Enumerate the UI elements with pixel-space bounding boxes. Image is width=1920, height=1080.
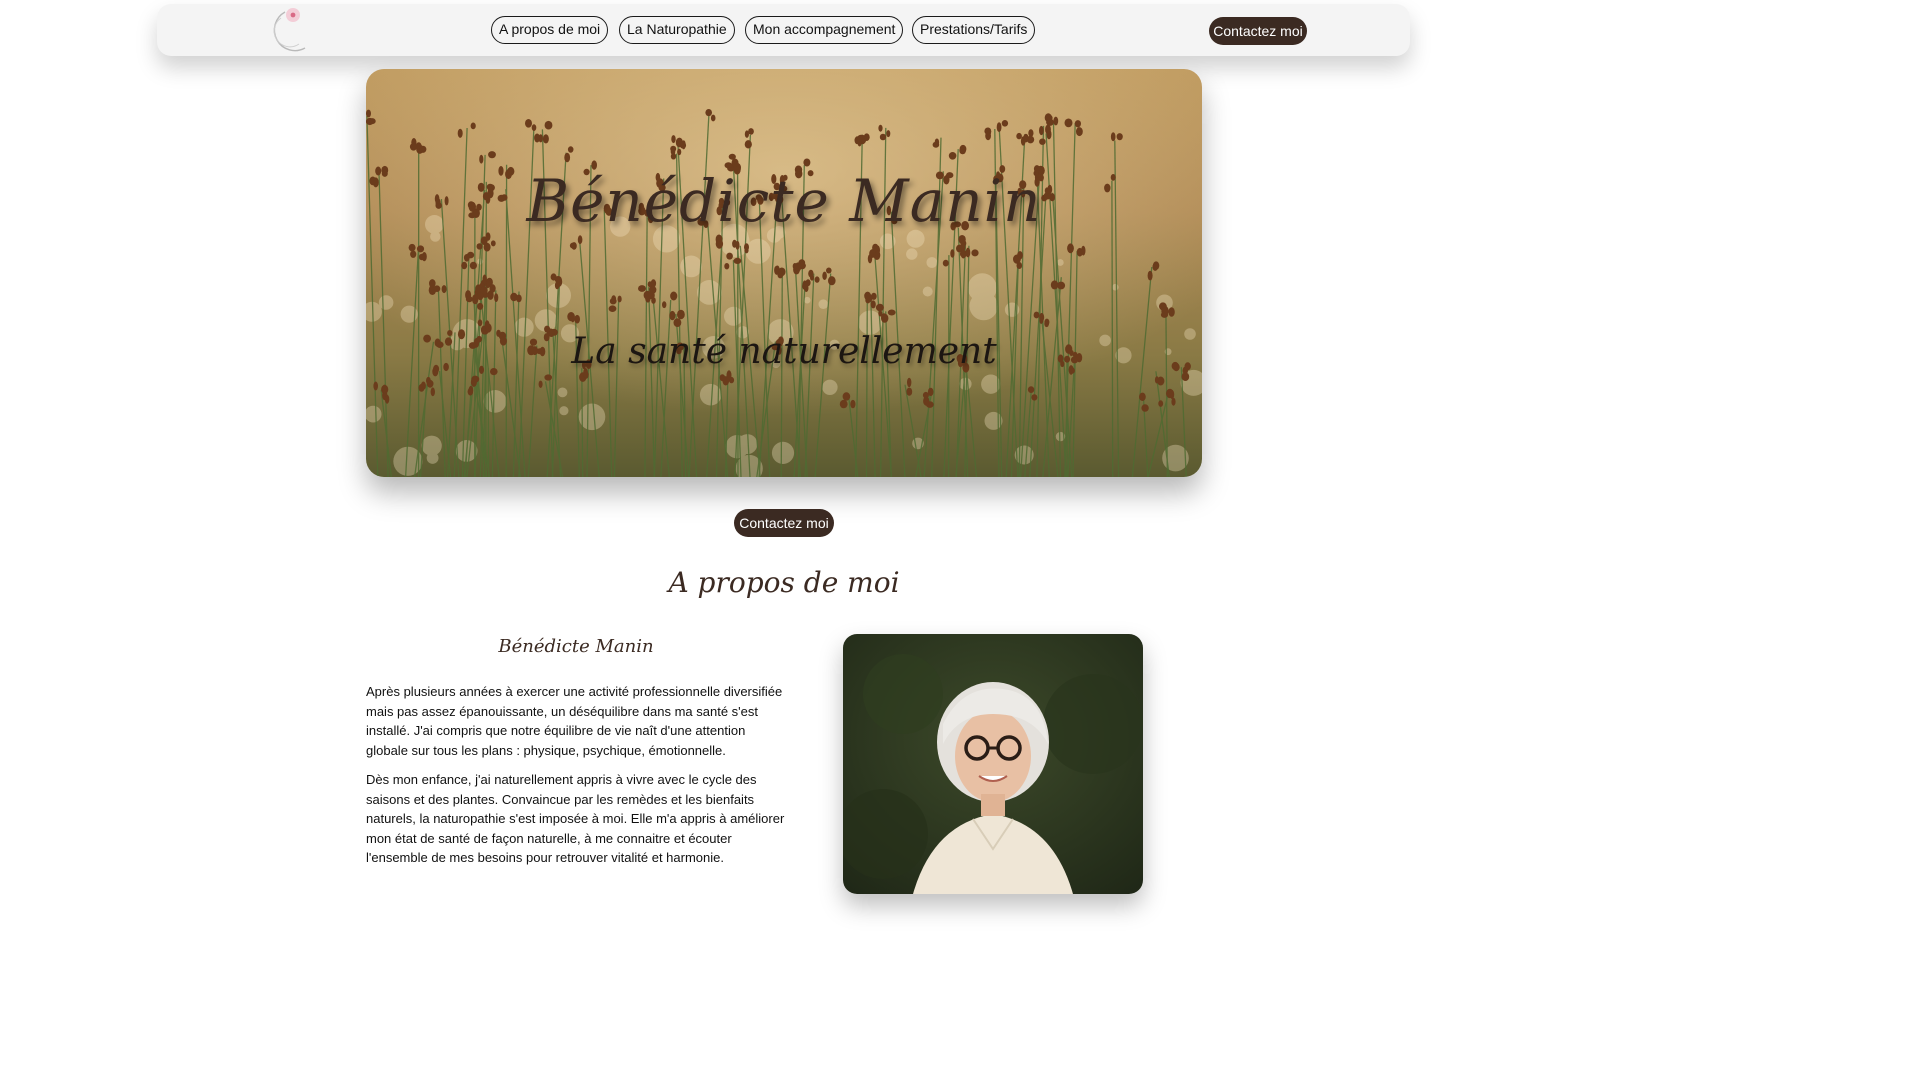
nav-about[interactable]: A propos de moi	[491, 16, 609, 44]
nav-naturopathy[interactable]: La Naturopathie	[619, 16, 735, 44]
about-paragraph-2: Dès mon enfance, j'ai naturellement appr…	[366, 772, 785, 866]
circle-flower-logo-icon[interactable]	[263, 4, 311, 56]
contact-button[interactable]: Contactez moi	[734, 509, 834, 537]
hero-subtitle: La santé naturellement	[571, 331, 997, 372]
portrait-photo	[843, 634, 1143, 894]
hero-title: Bénédicte Manin	[526, 167, 1042, 235]
about-section-title: A propos de moi	[668, 566, 900, 599]
nav-pricing[interactable]: Prestations/Tarifs	[912, 16, 1036, 44]
about-name-heading: Bénédicte Manin	[498, 636, 654, 657]
meadow-background-image	[366, 69, 1202, 477]
top-navbar: A propos de moi La Naturopathie Mon acco…	[157, 4, 1410, 56]
about-paragraph-1: Après plusieurs années à exercer une act…	[366, 684, 783, 758]
hero-banner: Bénédicte Manin La santé naturellement	[366, 69, 1202, 477]
nav-contact-button[interactable]: Contactez moi	[1209, 17, 1307, 45]
nav-accompaniment[interactable]: Mon accompagnement	[745, 16, 904, 44]
